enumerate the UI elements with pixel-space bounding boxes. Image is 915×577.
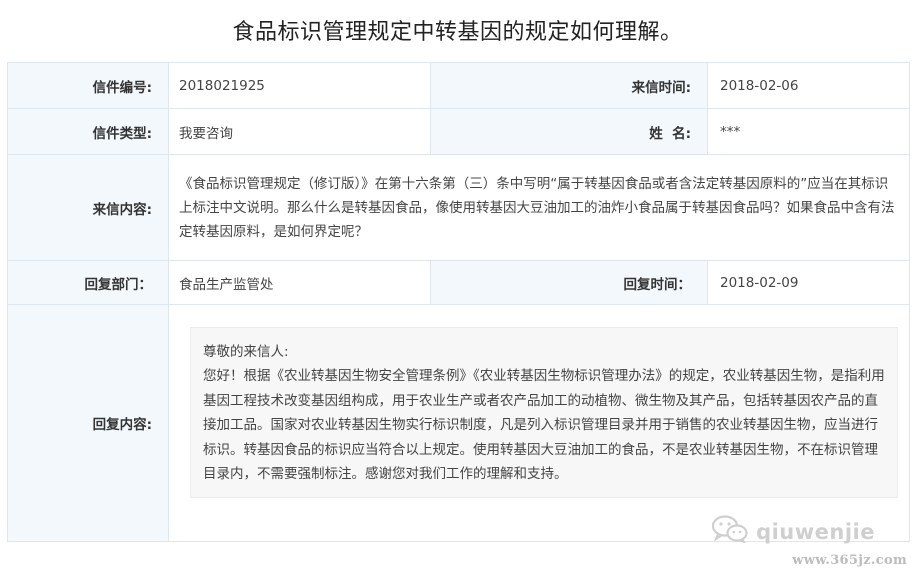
- letter-info-table: 信件编号: 2018021925 来信时间: 2018-02-06 信件类型: …: [7, 62, 910, 542]
- row-number-time: 信件编号: 2018021925 来信时间: 2018-02-06: [7, 62, 910, 109]
- letter-type-value: 我要咨询: [168, 108, 431, 155]
- reply-content-box: 尊敬的来信人: 您好！根据《农业转基因生物安全管理条例》《农业转基因生物标识管理…: [190, 326, 898, 498]
- reply-dept-label: 回复部门：: [7, 260, 169, 305]
- reply-body: 您好！根据《农业转基因生物安全管理条例》《农业转基因生物标识管理办法》的规定，农…: [203, 368, 885, 482]
- letter-type-label: 信件类型:: [7, 108, 169, 155]
- letter-content-value: 《食品标识管理规定（修订版）》在第十六条第（三）条中写明“属于转基因食品或者含法…: [168, 154, 910, 261]
- sent-time-value: 2018-02-06: [707, 62, 910, 109]
- letter-number-label: 信件编号:: [7, 62, 169, 109]
- reply-content-cell: 尊敬的来信人: 您好！根据《农业转基因生物安全管理条例》《农业转基因生物标识管理…: [168, 304, 910, 542]
- name-label: 姓 名:: [430, 108, 708, 155]
- watermark: qiuwenjie: [711, 515, 875, 548]
- letter-content-label: 来信内容:: [7, 154, 169, 261]
- reply-greeting: 尊敬的来信人:: [203, 343, 289, 360]
- watermark-text: qiuwenjie: [756, 519, 875, 544]
- wechat-icon: [711, 515, 748, 548]
- reply-time-label: 回复时间：: [430, 260, 708, 305]
- reply-time-value: 2018-02-09: [707, 260, 910, 305]
- row-reply-dept-time: 回复部门： 食品生产监管处 回复时间： 2018-02-09: [7, 260, 910, 305]
- reply-content-label: 回复内容:: [7, 304, 169, 542]
- sent-time-label: 来信时间:: [430, 62, 708, 109]
- name-value: ***: [707, 108, 910, 155]
- row-content: 来信内容: 《食品标识管理规定（修订版）》在第十六条第（三）条中写明“属于转基因…: [7, 154, 910, 261]
- row-type-name: 信件类型: 我要咨询 姓 名: ***: [7, 108, 910, 155]
- watermark-site: www.365jz.com: [792, 553, 907, 568]
- page-title: 食品标识管理规定中转基因的规定如何理解。: [232, 20, 683, 45]
- row-reply-content: 回复内容: 尊敬的来信人: 您好！根据《农业转基因生物安全管理条例》《农业转基因…: [7, 304, 910, 542]
- letter-number-value: 2018021925: [168, 62, 431, 109]
- reply-dept-value: 食品生产监管处: [168, 260, 431, 305]
